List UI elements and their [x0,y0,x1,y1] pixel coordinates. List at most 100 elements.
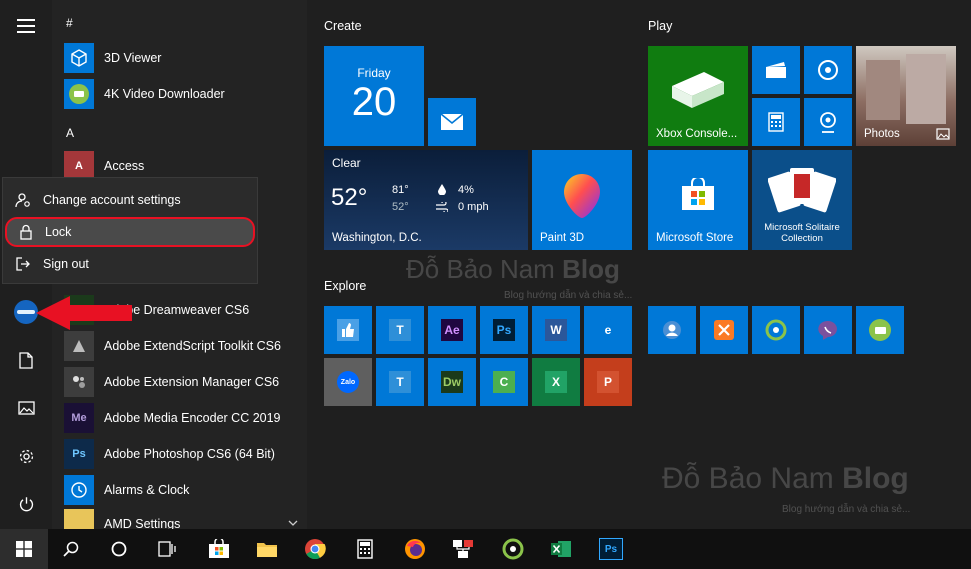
sign-out-item[interactable]: Sign out [3,249,257,279]
camtasia-icon [765,319,787,341]
chrome-icon [305,539,326,560]
clock-icon [64,475,94,505]
list-item[interactable]: Me Adobe Media Encoder CC 2019 [64,401,281,435]
explore-tile[interactable]: P [584,358,632,406]
watermark-top-tagline: Blog hướng dẫn và chia sẻ... [504,290,633,301]
list-item[interactable]: Adobe Extension Manager CS6 [64,365,279,399]
group-title-create[interactable]: Create [324,19,362,33]
section-header-hash[interactable]: # [66,16,73,30]
list-item[interactable]: Adobe ExtendScript Toolkit CS6 [64,329,281,363]
list-item[interactable]: 3D Viewer [64,41,161,75]
camtasia-icon: C [493,371,515,393]
taskbar-file-explorer[interactable] [244,529,290,569]
music-disc-icon [818,60,838,80]
paint-3d-tile[interactable]: Paint 3D [532,150,632,250]
explore-tile[interactable]: Ps [480,306,528,354]
list-item-label: 3D Viewer [104,51,162,65]
downloader-tile[interactable] [856,306,904,354]
list-item[interactable]: Ps Adobe Photoshop CS6 (64 Bit) [64,437,275,471]
list-item[interactable]: AMD Settings [64,509,180,529]
power-button[interactable] [0,482,52,526]
power-icon [19,496,33,511]
expand-menu-button[interactable] [0,4,52,48]
settings-button[interactable] [0,434,52,478]
word-icon: W [545,319,567,341]
explore-tile[interactable]: C [480,358,528,406]
pictures-button[interactable] [0,386,52,430]
taskbar-calculator[interactable] [342,529,388,569]
download-icon [869,319,891,341]
photos-tile[interactable]: Photos [856,46,956,146]
arrow-pointer-icon [36,296,132,330]
folder-icon [257,543,277,557]
movies-tile[interactable] [752,46,800,94]
mail-icon [440,113,464,130]
taskbar-excel[interactable] [538,529,584,569]
network-icon [453,540,473,558]
list-item-label: Alarms & Clock [104,483,190,497]
picture-icon [17,401,35,415]
store-bag-icon [209,539,229,558]
change-account-settings-item[interactable]: Change account settings [3,185,257,215]
group-title-play[interactable]: Play [648,19,672,33]
task-view-button[interactable] [144,529,190,569]
solitaire-label: Microsoft Solitaire Collection [764,222,840,244]
chevron-down-icon[interactable] [288,519,298,527]
xampp-tile[interactable] [700,306,748,354]
cortana-button[interactable] [96,529,142,569]
weather-location: Washington, D.C. [332,232,422,244]
photoshop-icon: Ps [493,319,515,341]
xbox-tile[interactable]: Xbox Console... [648,46,748,146]
list-item-label: Adobe Extension Manager CS6 [104,375,280,389]
contact-tile[interactable] [648,306,696,354]
search-button[interactable] [48,529,94,569]
download-icon [64,79,94,109]
lock-item[interactable]: Lock [5,217,255,247]
taskbar-network-app[interactable] [440,529,486,569]
solitaire-tile[interactable]: Microsoft Solitaire Collection [752,150,852,250]
explore-tile[interactable]: e [584,306,632,354]
explore-tile[interactable]: X [532,358,580,406]
weather-tile[interactable]: Clear 52° 81° 52° 4% 0 mph Washington, D… [324,150,528,250]
cube-icon [64,43,94,73]
sign-out-icon [16,257,30,271]
taskbar-firefox[interactable] [392,529,438,569]
explore-tile[interactable]: T [376,358,424,406]
explore-tile[interactable]: W [532,306,580,354]
cortana-icon [111,541,127,557]
viber-icon [818,320,837,340]
taskbar-store[interactable] [196,529,242,569]
photoshop-icon: Ps [64,439,94,469]
list-item[interactable]: 4K Video Downloader [64,77,225,111]
explore-tile[interactable]: T [376,306,424,354]
list-item-label: 4K Video Downloader [104,87,225,101]
calendar-tile[interactable]: Friday 20 [324,46,424,146]
list-item[interactable]: Alarms & Clock [64,473,189,507]
documents-button[interactable] [0,338,52,382]
section-header-a[interactable]: A [66,126,74,140]
extension-manager-icon [64,367,94,397]
watermark-top: Đỗ Bảo Nam Blog [406,254,620,284]
paint-3d-icon [564,174,600,218]
microsoft-store-tile[interactable]: Microsoft Store [648,150,748,250]
taskbar-chrome[interactable] [292,529,338,569]
taskbar-photoshop[interactable]: Ps [588,529,634,569]
camera-tile[interactable] [804,98,852,146]
mail-tile[interactable] [428,98,476,146]
explore-tile[interactable] [324,306,372,354]
user-circle-icon [663,321,681,339]
explore-tile[interactable]: Zalo [324,358,372,406]
explore-tile[interactable]: Dw [428,358,476,406]
taskbar-camtasia[interactable] [490,529,536,569]
gear-icon [19,449,33,463]
viber-tile[interactable] [804,306,852,354]
calculator-icon [768,112,784,132]
group-title-explore[interactable]: Explore [324,279,366,293]
edge-icon: e [597,319,619,341]
typora-icon: T [389,319,411,341]
camtasia-tile[interactable] [752,306,800,354]
calculator-tile[interactable] [752,98,800,146]
groove-tile[interactable] [804,46,852,94]
explore-tile[interactable]: Ae [428,306,476,354]
start-button[interactable] [0,529,48,569]
